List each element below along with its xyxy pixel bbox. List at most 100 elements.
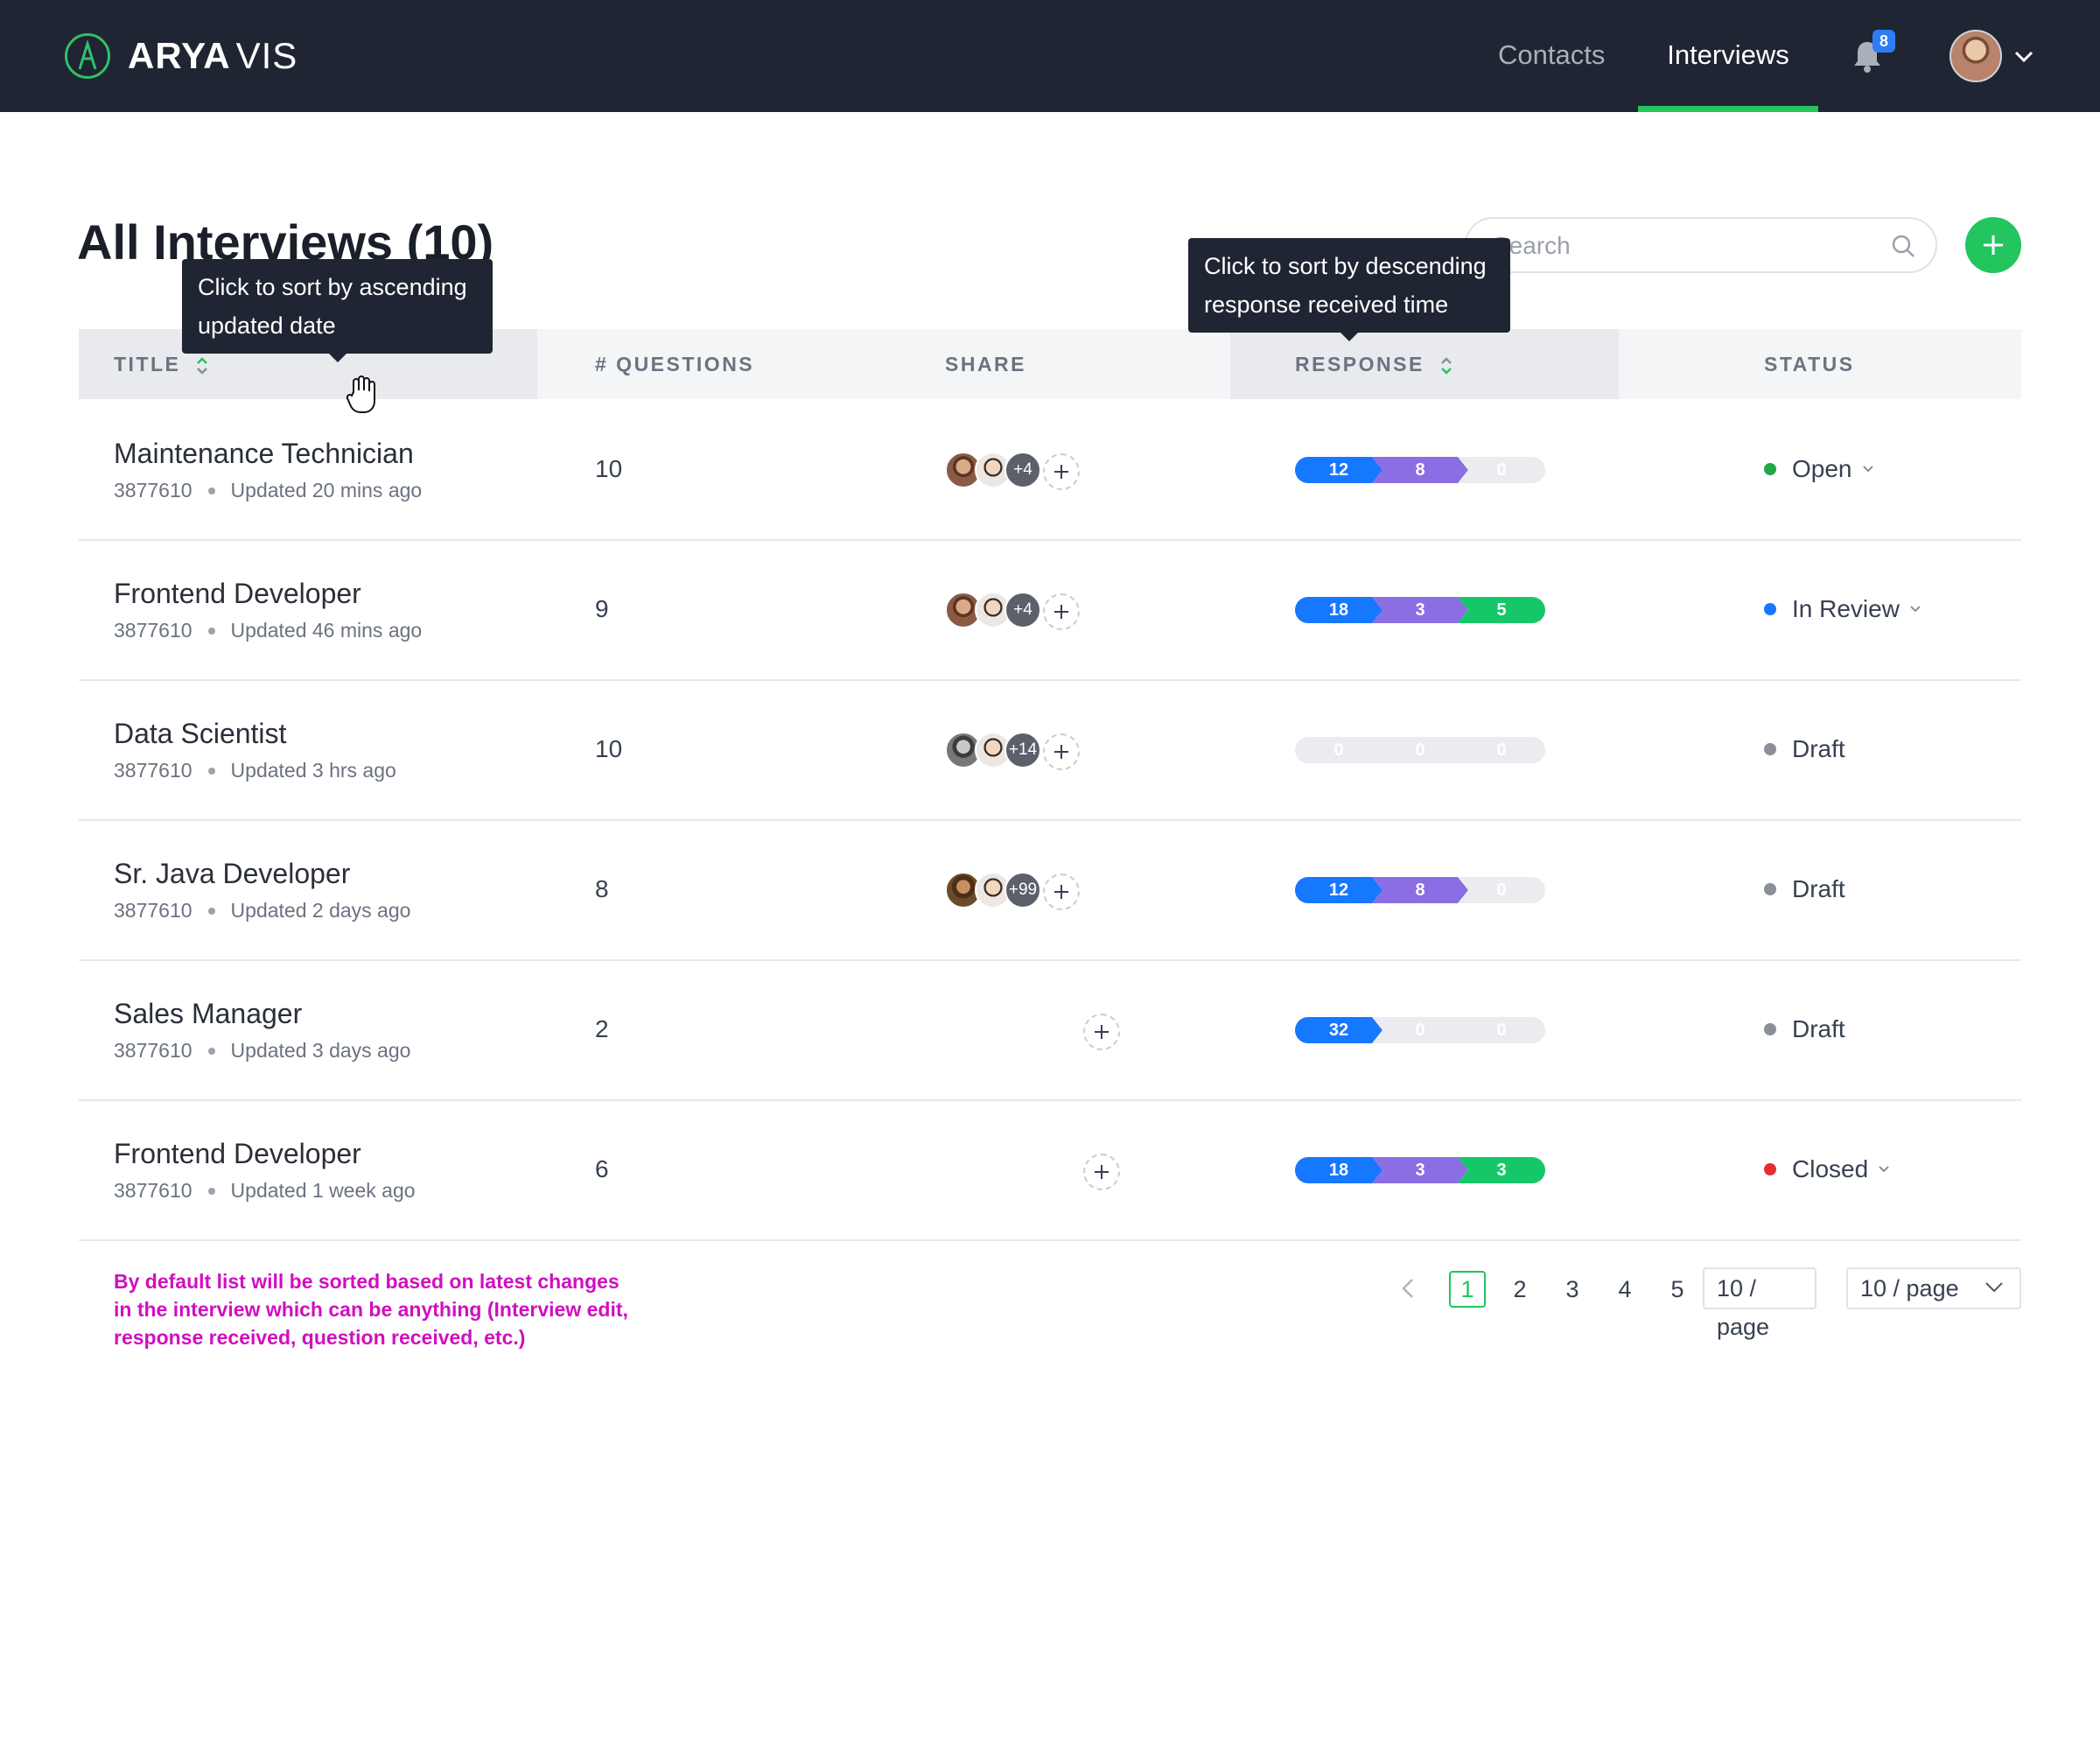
add-share-button[interactable] — [1083, 1014, 1120, 1050]
interview-title-link[interactable]: Maintenance Technician — [114, 438, 422, 470]
plus-icon — [1054, 885, 1068, 899]
app-logo[interactable]: ARYA VIS — [65, 30, 298, 82]
response-progress-bar[interactable]: 32 0 0 — [1295, 1017, 1545, 1043]
table-row[interactable]: Sr. Java Developer 3877610 Updated 2 day… — [79, 819, 2021, 961]
interview-meta: 3877610 Updated 20 mins ago — [114, 479, 422, 502]
status-label: Draft — [1792, 735, 1845, 762]
questions-count: 2 — [595, 1015, 609, 1042]
pagination-page-4[interactable]: 4 — [1606, 1271, 1643, 1308]
separator-dot — [207, 1187, 215, 1195]
interview-id: 3877610 — [114, 1039, 192, 1062]
updated-time: Updated 3 hrs ago — [230, 759, 396, 782]
pagination-prev-button[interactable] — [1395, 1267, 1421, 1309]
interview-title-link[interactable]: Sales Manager — [114, 998, 410, 1030]
separator-dot — [207, 1047, 215, 1055]
more-shared-users-badge[interactable]: +99 — [1004, 872, 1041, 909]
interview-title-link[interactable]: Frontend Developer — [114, 578, 422, 610]
status-dropdown[interactable]: Closed — [1764, 1099, 1891, 1239]
response-segment-shortlisted: 3 — [1458, 1157, 1545, 1183]
status-label: Draft — [1792, 1015, 1845, 1042]
interview-title-link[interactable]: Frontend Developer — [114, 1138, 416, 1170]
response-segment-reviewed: 8 — [1372, 877, 1468, 903]
interview-meta: 3877610 Updated 3 hrs ago — [114, 759, 396, 782]
updated-time: Updated 20 mins ago — [230, 479, 423, 502]
response-segment-shortlisted: 5 — [1458, 597, 1545, 623]
table-row[interactable]: Data Scientist 3877610 Updated 3 hrs ago… — [79, 679, 2021, 821]
interview-meta: 3877610 Updated 46 mins ago — [114, 619, 422, 642]
interview-meta: 3877610 Updated 2 days ago — [114, 899, 410, 923]
status-dropdown[interactable]: In Review — [1764, 539, 1922, 679]
updated-time: Updated 2 days ago — [230, 899, 411, 922]
add-share-button[interactable] — [1043, 453, 1080, 490]
response-segment-shortlisted: 0 — [1458, 457, 1545, 483]
add-interview-button[interactable] — [1965, 217, 2021, 273]
add-share-button[interactable] — [1043, 593, 1080, 630]
add-share-button[interactable] — [1083, 1154, 1120, 1190]
response-segment-received: 18 — [1295, 1157, 1382, 1183]
more-shared-users-badge[interactable]: +4 — [1004, 592, 1041, 628]
active-tab-indicator — [1638, 106, 1818, 112]
plus-icon — [1984, 235, 2003, 255]
response-progress-bar[interactable]: 12 8 0 — [1295, 457, 1545, 483]
title-cell: Frontend Developer 3877610 Updated 1 wee… — [114, 1138, 416, 1203]
title-sort-tooltip: Click to sort by ascending updated date — [182, 259, 493, 362]
page-size-select[interactable]: 10 / page — [1703, 1267, 1816, 1340]
interview-id: 3877610 — [114, 619, 192, 642]
updated-time: Updated 1 week ago — [230, 1179, 416, 1202]
table-row[interactable]: Maintenance Technician 3877610 Updated 2… — [79, 399, 2021, 541]
user-avatar[interactable] — [1950, 30, 2002, 82]
response-segment-reviewed: 0 — [1372, 737, 1468, 763]
table-row[interactable]: Sales Manager 3877610 Updated 3 days ago… — [79, 959, 2021, 1101]
pagination-page-1[interactable]: 1 — [1449, 1271, 1486, 1308]
response-progress-bar[interactable]: 12 8 0 — [1295, 877, 1545, 903]
response-progress-bar[interactable]: 18 3 5 — [1295, 597, 1545, 623]
interview-title-link[interactable]: Sr. Java Developer — [114, 858, 410, 890]
response-column-header[interactable]: RESPONSE — [1295, 329, 1453, 399]
search-box — [1465, 217, 1937, 273]
status-label-static: Draft — [1764, 819, 1845, 959]
status-column-header: STATUS — [1764, 353, 1855, 375]
pagination-page-5[interactable]: 5 — [1659, 1271, 1696, 1308]
table-row[interactable]: Frontend Developer 3877610 Updated 46 mi… — [79, 539, 2021, 681]
response-segment-received: 0 — [1295, 737, 1382, 763]
response-segment-shortlisted: 0 — [1458, 877, 1545, 903]
response-segment-reviewed: 0 — [1372, 1017, 1468, 1043]
pagination-page-3[interactable]: 3 — [1554, 1271, 1591, 1308]
questions-count: 8 — [595, 875, 609, 902]
logo-text: ARYA VIS — [128, 35, 298, 76]
nav-interviews-label: Interviews — [1667, 39, 1789, 70]
nav-contacts[interactable]: Contacts — [1498, 0, 1605, 112]
interview-meta: 3877610 Updated 3 days ago — [114, 1039, 410, 1063]
title-cell: Maintenance Technician 3877610 Updated 2… — [114, 438, 422, 502]
response-sort-tooltip: Click to sort by descending response rec… — [1188, 238, 1510, 341]
separator-dot — [207, 767, 215, 775]
add-share-button[interactable] — [1043, 874, 1080, 910]
interview-title-link[interactable]: Data Scientist — [114, 718, 396, 750]
pagination-page-2[interactable]: 2 — [1502, 1271, 1538, 1308]
sorting-note: By default list will be sorted based on … — [114, 1270, 628, 1349]
plus-icon — [1054, 745, 1068, 759]
response-segment-received: 32 — [1295, 1017, 1382, 1043]
response-progress-bar[interactable]: 0 0 0 — [1295, 737, 1545, 763]
search-icon[interactable] — [1890, 233, 1916, 259]
response-progress-bar[interactable]: 18 3 3 — [1295, 1157, 1545, 1183]
add-share-button[interactable] — [1043, 733, 1080, 770]
plus-icon — [1054, 605, 1068, 619]
status-dropdown[interactable]: Open — [1764, 399, 1875, 539]
nav-interviews[interactable]: Interviews — [1638, 0, 1818, 112]
updated-time: Updated 3 days ago — [230, 1039, 411, 1062]
updated-time: Updated 46 mins ago — [230, 619, 423, 642]
more-shared-users-badge[interactable]: +4 — [1004, 452, 1041, 488]
chevron-down-icon[interactable] — [2012, 47, 2035, 65]
page-size-select[interactable]: 10 / page — [1846, 1267, 2021, 1309]
status-label: Closed — [1792, 1155, 1869, 1182]
response-segment-received: 18 — [1295, 597, 1382, 623]
interview-id: 3877610 — [114, 1179, 192, 1202]
more-shared-users-badge[interactable]: +14 — [1004, 732, 1041, 768]
table-row[interactable]: Frontend Developer 3877610 Updated 1 wee… — [79, 1099, 2021, 1241]
hand-cursor-icon — [346, 375, 375, 413]
questions-count: 9 — [595, 595, 609, 622]
search-input[interactable] — [1491, 226, 1862, 266]
sort-icon — [1440, 357, 1452, 375]
status-label: In Review — [1792, 595, 1900, 622]
